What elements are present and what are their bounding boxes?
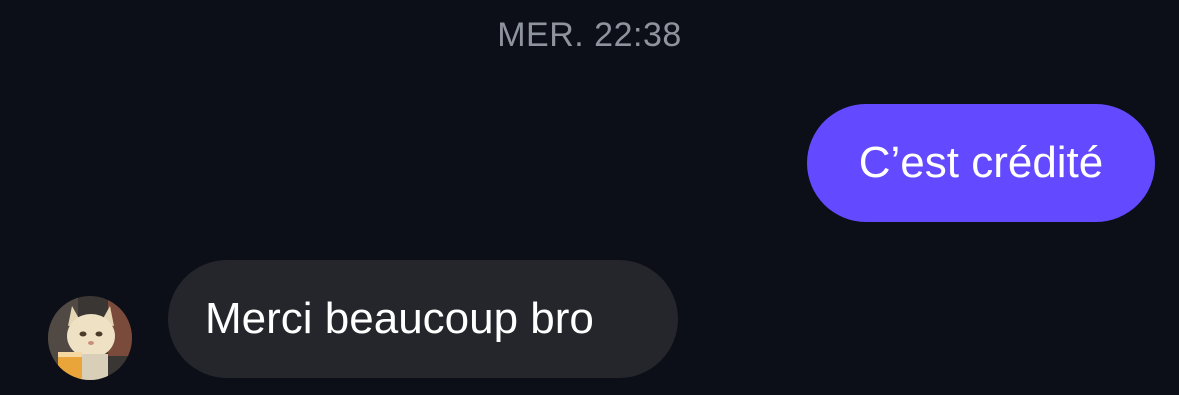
message-timestamp: MER. 22:38 [497,16,682,54]
outgoing-message-text: C’est crédité [858,138,1104,187]
incoming-message-bubble[interactable]: Merci beaucoup bro [168,260,678,378]
sender-avatar[interactable] [48,296,132,380]
outgoing-message-bubble[interactable]: C’est crédité [807,104,1155,222]
cat-avatar-icon [48,296,132,380]
incoming-message-text: Merci beaucoup bro [205,294,594,343]
